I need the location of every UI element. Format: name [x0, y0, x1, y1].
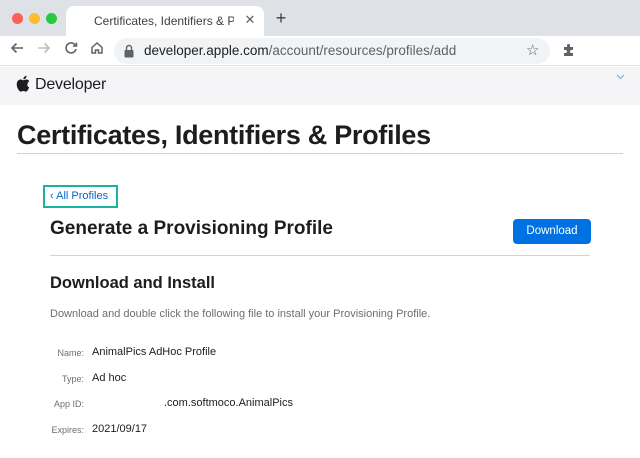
- browser-titlebar: Certificates, Identifiers & Profiles ✕ +: [0, 0, 640, 36]
- address-bar[interactable]: developer.apple.com/account/resources/pr…: [114, 38, 550, 64]
- tab-title: Certificates, Identifiers & Profiles: [94, 14, 234, 28]
- section-divider: [50, 255, 590, 256]
- detail-label: Expires:: [51, 425, 84, 435]
- detail-value: Ad hoc: [92, 372, 127, 384]
- detail-value: .com.softmoco.AnimalPics: [164, 397, 293, 409]
- close-window-button[interactable]: [12, 13, 23, 24]
- reload-icon[interactable]: [60, 40, 82, 62]
- url-text: developer.apple.com/account/resources/pr…: [144, 43, 457, 58]
- detail-value: 2021/09/17: [92, 423, 148, 435]
- plus-icon[interactable]: +: [272, 9, 290, 27]
- forward-arrow-icon[interactable]: [33, 40, 55, 62]
- zoom-window-button[interactable]: [46, 13, 57, 24]
- minimize-window-button[interactable]: [29, 13, 40, 24]
- close-icon[interactable]: ✕: [242, 12, 258, 28]
- detail-label: App ID:: [53, 399, 84, 409]
- install-description: Download and double click the following …: [50, 308, 431, 320]
- download-button[interactable]: Download: [513, 219, 591, 244]
- detail-label: Name:: [57, 348, 84, 358]
- section-heading: Generate a Provisioning Profile: [50, 218, 333, 239]
- home-icon[interactable]: [86, 40, 108, 62]
- download-install-heading: Download and Install: [50, 274, 216, 292]
- detail-label: Type:: [61, 374, 84, 384]
- developer-label[interactable]: Developer: [35, 76, 106, 94]
- all-profiles-link[interactable]: ‹ All Profiles: [43, 185, 118, 208]
- browser-toolbar: developer.apple.com/account/resources/pr…: [0, 36, 640, 66]
- chevron-down-icon[interactable]: [616, 72, 625, 83]
- developer-nav: Developer: [0, 67, 640, 105]
- puzzle-extension-icon[interactable]: [561, 42, 577, 58]
- star-icon[interactable]: ☆: [526, 42, 539, 60]
- browser-tab[interactable]: Certificates, Identifiers & Profiles ✕: [66, 6, 264, 36]
- detail-value: AnimalPics AdHoc Profile: [92, 346, 217, 358]
- apple-logo-icon[interactable]: [16, 75, 30, 92]
- lock-icon: [124, 44, 134, 58]
- back-arrow-icon[interactable]: [6, 40, 28, 62]
- page-title: Certificates, Identifiers & Profiles: [17, 120, 431, 150]
- title-divider: [17, 153, 623, 154]
